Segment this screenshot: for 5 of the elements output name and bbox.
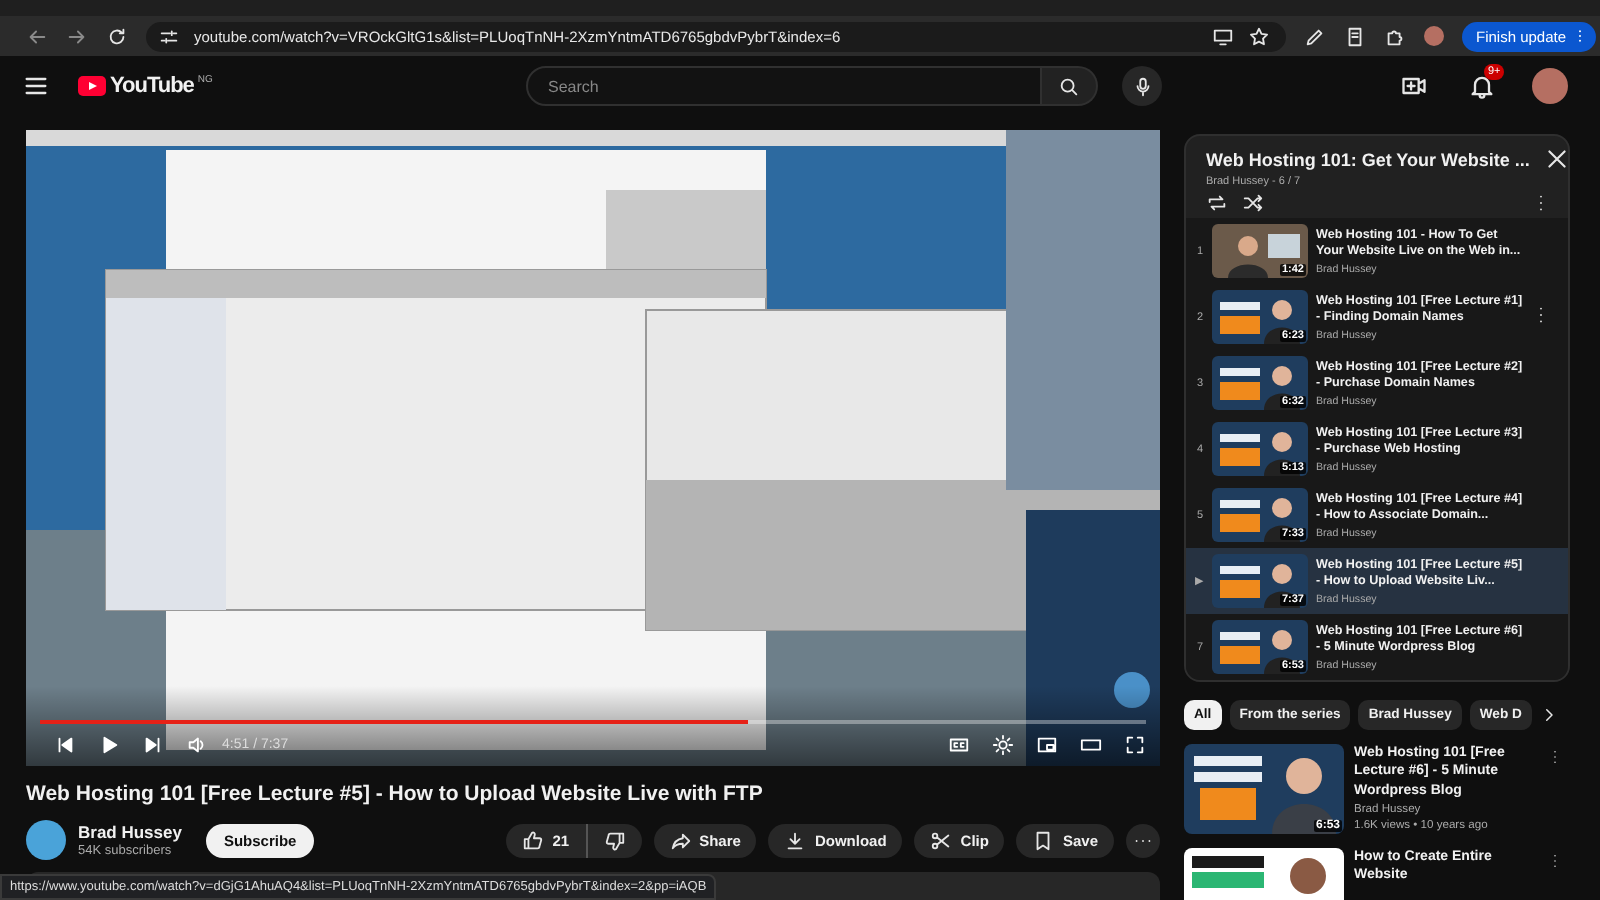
search-field[interactable]: Search <box>526 66 1042 106</box>
logo-text[interactable]: YouTube <box>110 74 194 98</box>
playlist-title[interactable]: Web Hosting 101: Get Your Website ... <box>1206 149 1530 169</box>
channel-name[interactable]: Brad Hussey <box>78 822 182 842</box>
video-title: Web Hosting 101 [Free Lecture #5] - How to Upload Website Live with FTP <box>26 782 765 806</box>
